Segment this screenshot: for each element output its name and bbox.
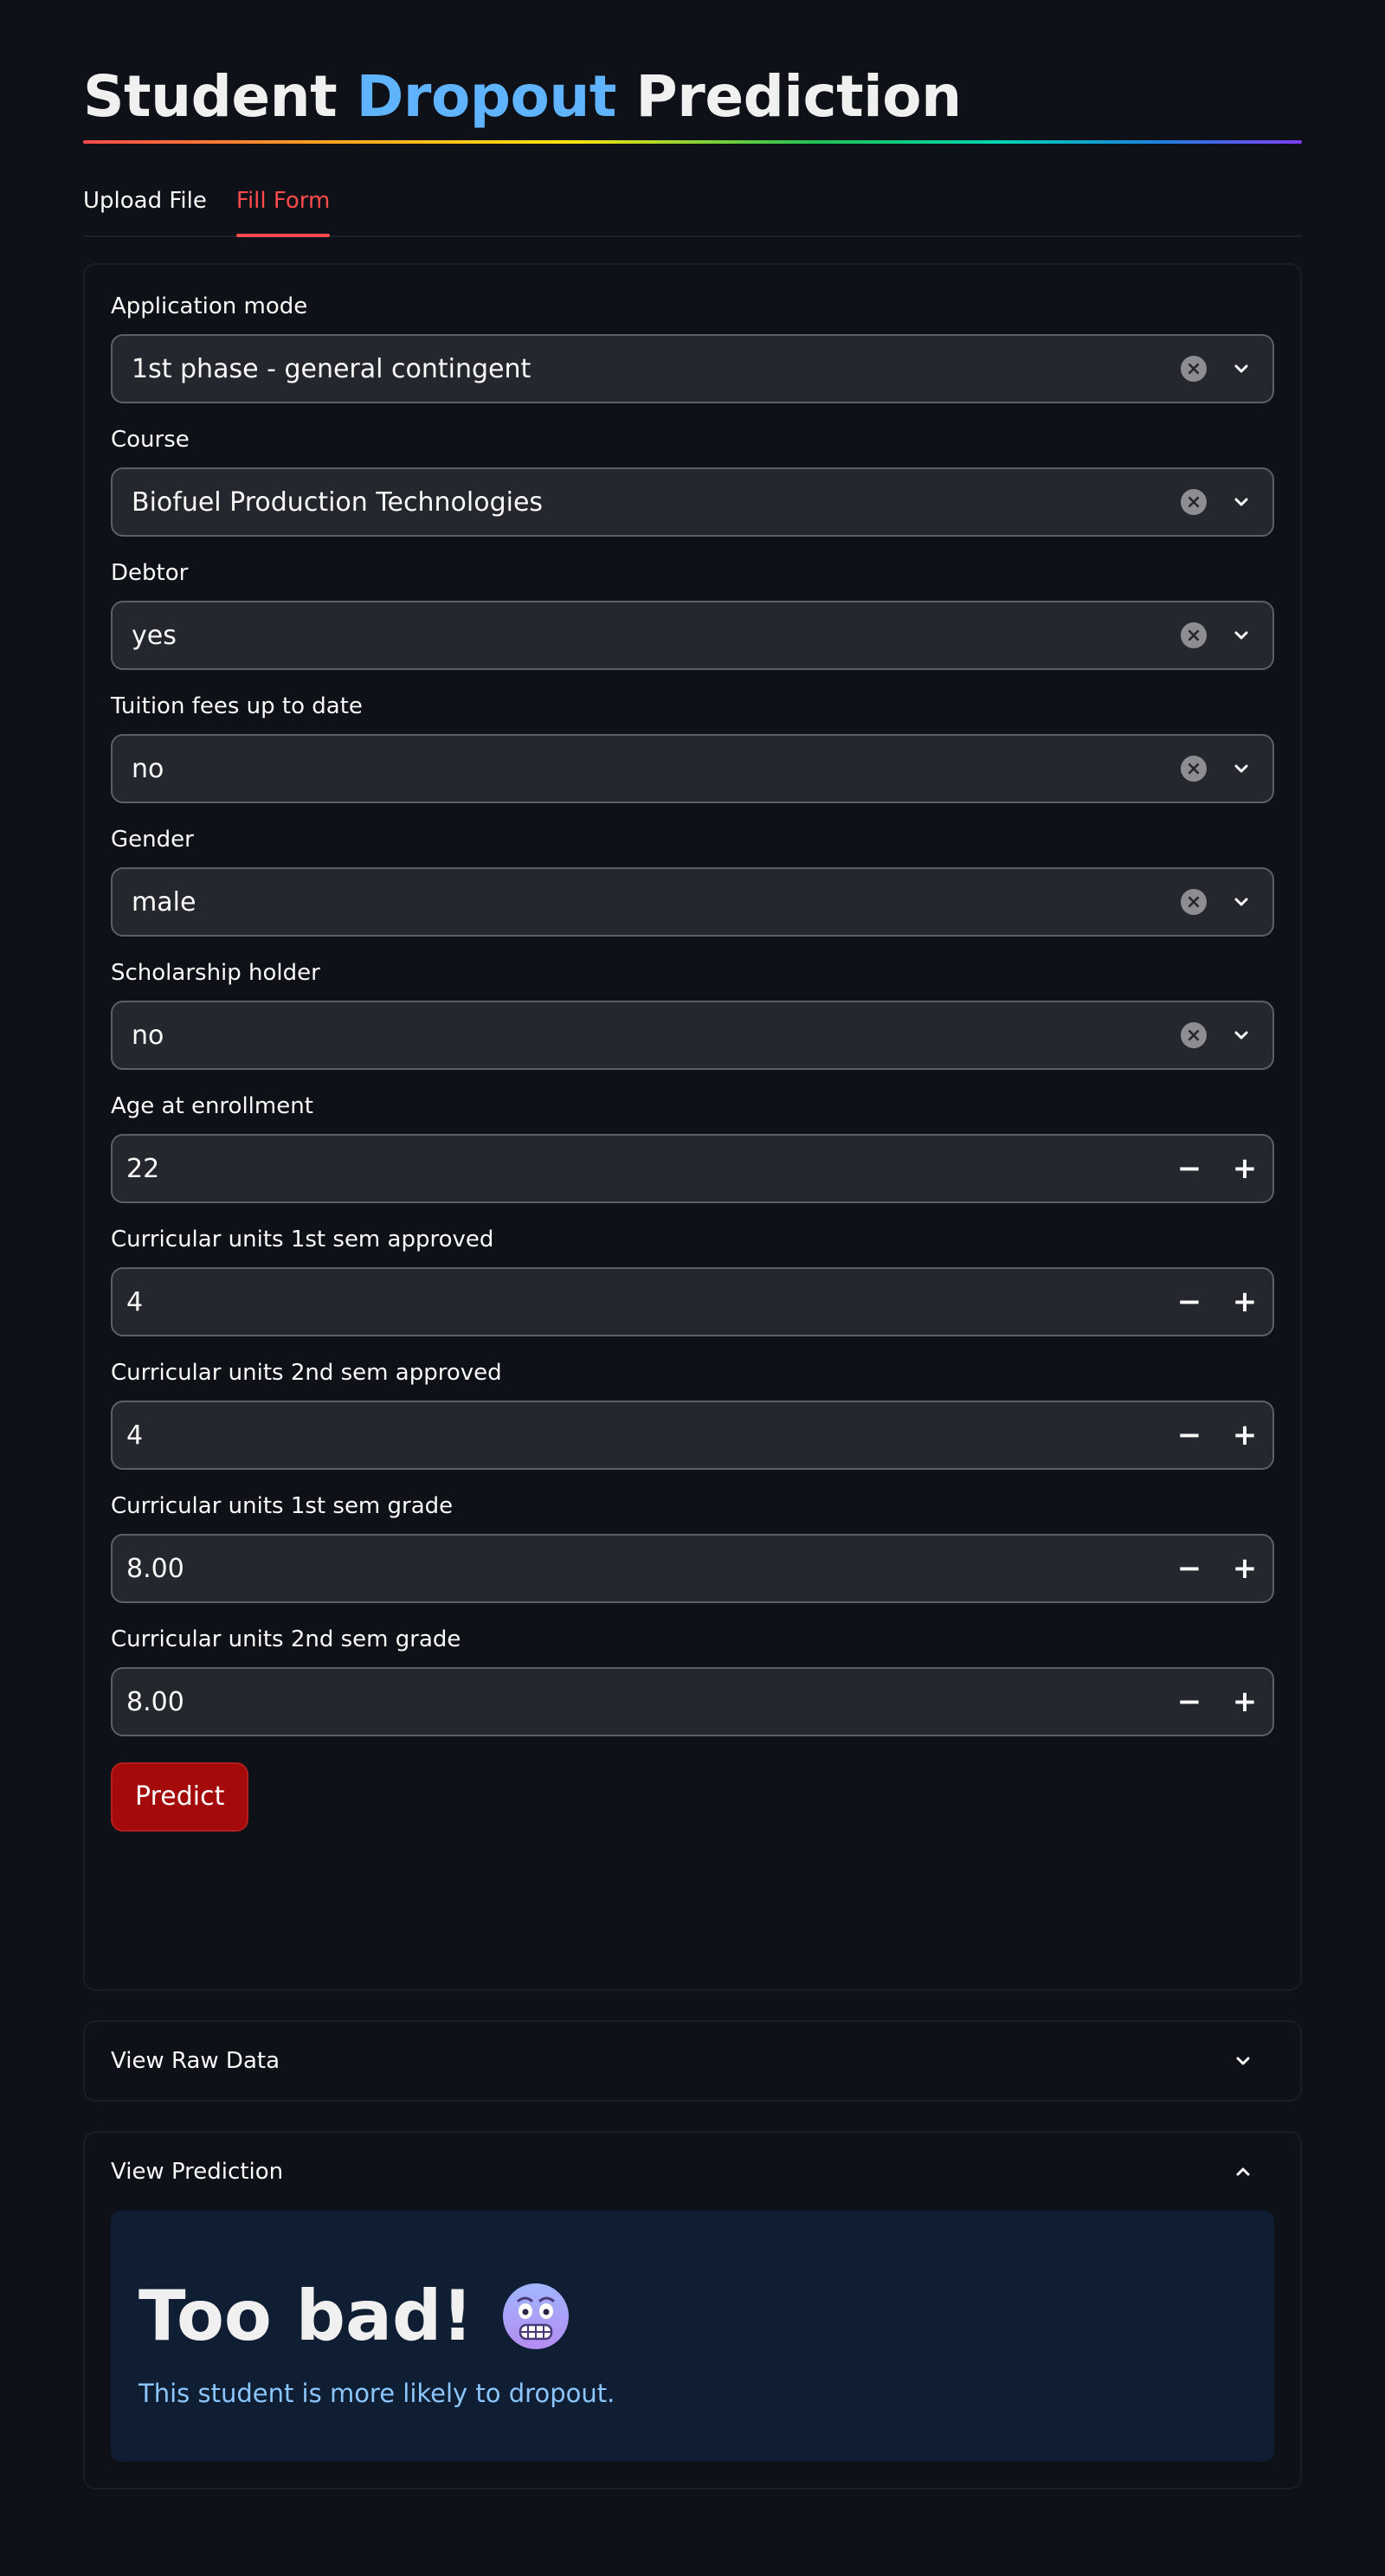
field-units-2nd-approved: Curricular units 2nd sem approved 4 − + <box>111 1357 1274 1470</box>
debtor-select[interactable]: yes × <box>111 601 1274 670</box>
field-units-2nd-grade: Curricular units 2nd sem grade 8.00 − + <box>111 1624 1274 1736</box>
course-select[interactable]: Biofuel Production Technologies × <box>111 467 1274 537</box>
decrement-button[interactable]: − <box>1162 1136 1217 1201</box>
field-course: Course Biofuel Production Technologies × <box>111 424 1274 537</box>
course-label: Course <box>111 427 190 453</box>
chevron-up-icon <box>1226 2154 1260 2189</box>
scholarship-holder-label: Scholarship holder <box>111 960 320 986</box>
debtor-label: Debtor <box>111 560 189 586</box>
units-2nd-grade-stepper: 8.00 − + <box>111 1667 1274 1736</box>
course-value: Biofuel Production Technologies <box>132 486 544 518</box>
units-1st-grade-stepper: 8.00 − + <box>111 1534 1274 1603</box>
increment-button[interactable]: + <box>1217 1136 1272 1201</box>
increment-button[interactable]: + <box>1217 1536 1272 1601</box>
cold-face-emoji-icon <box>499 2280 572 2353</box>
units-1st-grade-label: Curricular units 1st sem grade <box>111 1493 454 1519</box>
main-container: Student Dropout Prediction Upload File F… <box>83 0 1302 2489</box>
field-debtor: Debtor yes × <box>111 557 1274 670</box>
age-at-enrollment-input[interactable]: 22 <box>113 1154 1162 1184</box>
title-part1: Student <box>83 63 338 130</box>
scholarship-holder-value: no <box>132 1020 164 1051</box>
decrement-button[interactable]: − <box>1162 1536 1217 1601</box>
field-application-mode: Application mode 1st phase - general con… <box>111 291 1274 403</box>
age-at-enrollment-stepper: 22 − + <box>111 1134 1274 1203</box>
units-1st-grade-input[interactable]: 8.00 <box>113 1554 1162 1584</box>
result-heading: Too bad! <box>138 2273 1246 2360</box>
units-1st-approved-label: Curricular units 1st sem approved <box>111 1227 494 1253</box>
units-2nd-approved-input[interactable]: 4 <box>113 1420 1162 1451</box>
age-at-enrollment-label: Age at enrollment <box>111 1093 313 1119</box>
tab-upload-file[interactable]: Upload File <box>83 184 207 235</box>
application-mode-select[interactable]: 1st phase - general contingent × <box>111 334 1274 403</box>
units-2nd-approved-stepper: 4 − + <box>111 1401 1274 1470</box>
clear-icon[interactable]: × <box>1181 356 1207 382</box>
units-1st-approved-input[interactable]: 4 <box>113 1287 1162 1317</box>
application-mode-value: 1st phase - general contingent <box>132 353 531 384</box>
gender-select[interactable]: male × <box>111 867 1274 937</box>
chevron-down-icon <box>1226 2044 1260 2078</box>
result-message: This student is more likely to dropout. <box>138 2379 615 2408</box>
raw-data-expander: View Raw Data <box>83 2020 1302 2102</box>
chevron-down-icon[interactable] <box>1224 618 1259 653</box>
increment-button[interactable]: + <box>1217 1669 1272 1735</box>
scholarship-holder-select[interactable]: no × <box>111 1001 1274 1070</box>
field-age-at-enrollment: Age at enrollment 22 − + <box>111 1091 1274 1203</box>
debtor-value: yes <box>132 620 177 651</box>
clear-icon[interactable]: × <box>1181 889 1207 915</box>
clear-icon[interactable]: × <box>1181 489 1207 515</box>
chevron-down-icon[interactable] <box>1224 1018 1259 1053</box>
field-tuition-fees: Tuition fees up to date no × <box>111 691 1274 803</box>
tab-fill-form[interactable]: Fill Form <box>235 184 330 237</box>
increment-button[interactable]: + <box>1217 1269 1272 1335</box>
application-mode-label: Application mode <box>111 293 308 319</box>
title-divider <box>83 140 1302 144</box>
prediction-expander-header[interactable]: View Prediction <box>85 2133 1300 2211</box>
clear-icon[interactable]: × <box>1181 1022 1207 1048</box>
gender-label: Gender <box>111 827 194 853</box>
field-units-1st-approved: Curricular units 1st sem approved 4 − + <box>111 1224 1274 1336</box>
units-2nd-grade-label: Curricular units 2nd sem grade <box>111 1626 461 1652</box>
gender-value: male <box>132 886 196 918</box>
decrement-button[interactable]: − <box>1162 1669 1217 1735</box>
field-units-1st-grade: Curricular units 1st sem grade 8.00 − + <box>111 1491 1274 1603</box>
decrement-button[interactable]: − <box>1162 1402 1217 1468</box>
prediction-form: Application mode 1st phase - general con… <box>83 263 1302 1991</box>
prediction-result: Too bad! This student is more likely to … <box>111 2211 1274 2462</box>
raw-data-expander-header[interactable]: View Raw Data <box>85 2022 1300 2100</box>
increment-button[interactable]: + <box>1217 1402 1272 1468</box>
chevron-down-icon[interactable] <box>1224 751 1259 786</box>
predict-button[interactable]: Predict <box>111 1762 249 1832</box>
clear-icon[interactable]: × <box>1181 622 1207 648</box>
tuition-fees-label: Tuition fees up to date <box>111 693 363 719</box>
decrement-button[interactable]: − <box>1162 1269 1217 1335</box>
page-title: Student Dropout Prediction <box>83 0 1302 132</box>
raw-data-expander-title: View Raw Data <box>111 2048 280 2074</box>
title-part2: Prediction <box>635 63 962 130</box>
field-scholarship-holder: Scholarship holder no × <box>111 957 1274 1070</box>
tuition-fees-value: no <box>132 753 164 784</box>
units-2nd-approved-label: Curricular units 2nd sem approved <box>111 1360 502 1386</box>
chevron-down-icon[interactable] <box>1224 885 1259 919</box>
prediction-expander-title: View Prediction <box>111 2159 284 2185</box>
chevron-down-icon[interactable] <box>1224 485 1259 519</box>
prediction-expander: View Prediction Too bad! This student is… <box>83 2131 1302 2489</box>
tab-bar: Upload File Fill Form <box>83 184 1302 237</box>
units-2nd-grade-input[interactable]: 8.00 <box>113 1687 1162 1717</box>
title-accent: Dropout <box>356 63 617 130</box>
units-1st-approved-stepper: 4 − + <box>111 1267 1274 1336</box>
clear-icon[interactable]: × <box>1181 756 1207 782</box>
chevron-down-icon[interactable] <box>1224 351 1259 386</box>
field-gender: Gender male × <box>111 824 1274 937</box>
tuition-fees-select[interactable]: no × <box>111 734 1274 803</box>
result-heading-text: Too bad! <box>138 2276 473 2356</box>
